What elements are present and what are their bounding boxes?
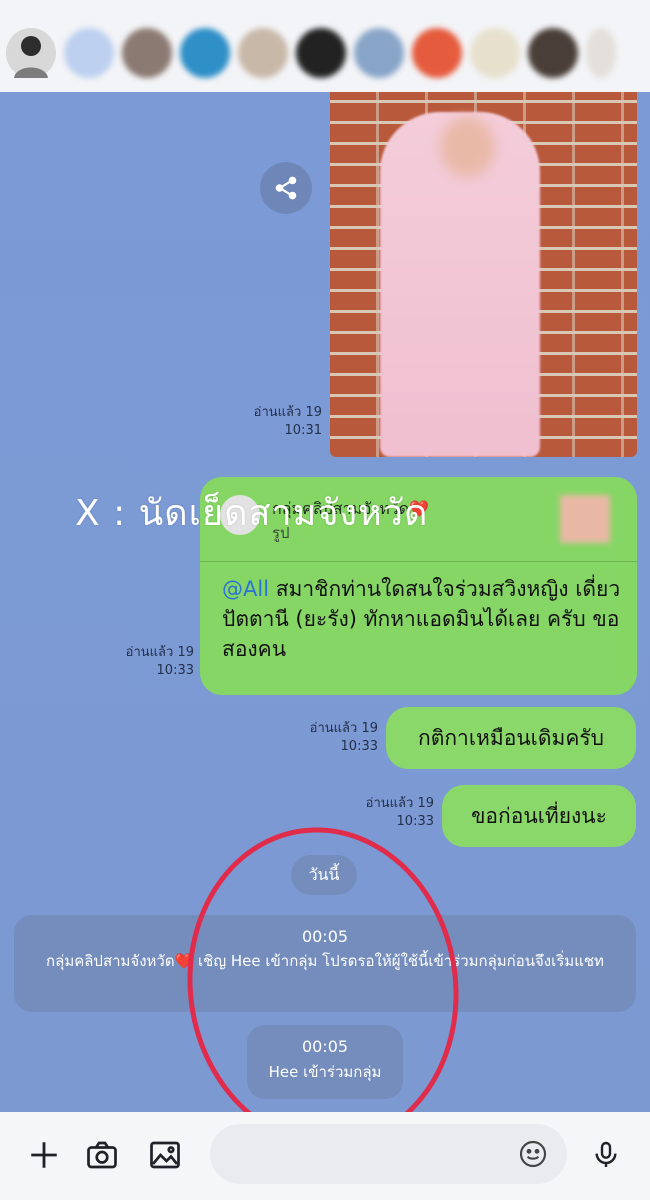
chat-avatar-3[interactable] [180, 28, 230, 78]
camera-button[interactable] [82, 1135, 122, 1175]
message-body: สมาชิกท่านใดสนใจร่วมสวิงหญิง เดี่ยวปัตตา… [222, 577, 621, 661]
watermark-text: X : นัดเย็ดสามจังหวัด [75, 493, 429, 534]
message-text: กติกาเหมือนเดิมครับ [417, 725, 604, 750]
chat-avatar-6[interactable] [354, 28, 404, 78]
message-bubble[interactable]: ขอก่อนเที่ยงนะ [442, 785, 636, 847]
message-input[interactable] [210, 1124, 567, 1184]
chat-avatar-7[interactable] [412, 28, 462, 78]
plus-icon [31, 1142, 57, 1168]
read-receipt: อ่านแล้ว 19 [309, 721, 378, 736]
avatar-row [6, 28, 616, 78]
image-icon [150, 1141, 180, 1169]
reply-read-meta: อ่านแล้ว 19 10:33 [112, 644, 194, 680]
image-message[interactable] [330, 92, 637, 457]
camera-icon [87, 1141, 117, 1169]
voice-button[interactable] [586, 1135, 626, 1175]
timestamp: 10:33 [156, 663, 194, 678]
gallery-button[interactable] [145, 1135, 185, 1175]
chat-avatar-5[interactable] [296, 28, 346, 78]
chat-avatar-8[interactable] [470, 28, 520, 78]
emoji-icon [519, 1140, 547, 1168]
chat-avatar-9[interactable] [528, 28, 578, 78]
message-read-meta: อ่านแล้ว 19 10:33 [296, 720, 378, 756]
mention-all[interactable]: @All [222, 577, 269, 601]
photo-read-meta: อ่านแล้ว 19 10:31 [240, 404, 322, 440]
chat-avatar-1[interactable] [64, 28, 114, 78]
timestamp: 10:33 [396, 814, 434, 829]
chat-avatar-4[interactable] [238, 28, 288, 78]
top-avatar-bar [0, 0, 650, 92]
chat-avatar-10[interactable] [586, 28, 616, 78]
quoted-thumbnail [560, 495, 610, 543]
timestamp: 10:31 [284, 423, 322, 438]
share-icon [275, 176, 297, 200]
message-read-meta: อ่านแล้ว 19 10:33 [352, 795, 434, 831]
read-receipt: อ่านแล้ว 19 [365, 796, 434, 811]
plus-button[interactable] [24, 1135, 64, 1175]
read-receipt: อ่านแล้ว 19 [253, 405, 322, 420]
chat-area: อ่านแล้ว 19 10:31 กลุ่มคลิปสามจังหวัด❤️ … [0, 92, 650, 1112]
chat-avatar-2[interactable] [122, 28, 172, 78]
emoji-button[interactable] [515, 1136, 551, 1172]
red-highlight-circle [167, 809, 479, 1112]
reply-message-text: @All สมาชิกท่านใดสนใจร่วมสวิงหญิง เดี่ยว… [222, 574, 622, 664]
composer-bar [0, 1112, 650, 1200]
read-receipt: อ่านแล้ว 19 [125, 645, 194, 660]
my-avatar[interactable] [6, 28, 56, 78]
reply-divider [200, 561, 637, 562]
message-bubble[interactable]: กติกาเหมือนเดิมครับ [386, 707, 636, 769]
blurred-face [440, 117, 495, 177]
message-text: ขอก่อนเที่ยงนะ [471, 803, 607, 828]
timestamp: 10:33 [340, 739, 378, 754]
mic-icon [595, 1141, 617, 1167]
share-button[interactable] [260, 162, 312, 214]
